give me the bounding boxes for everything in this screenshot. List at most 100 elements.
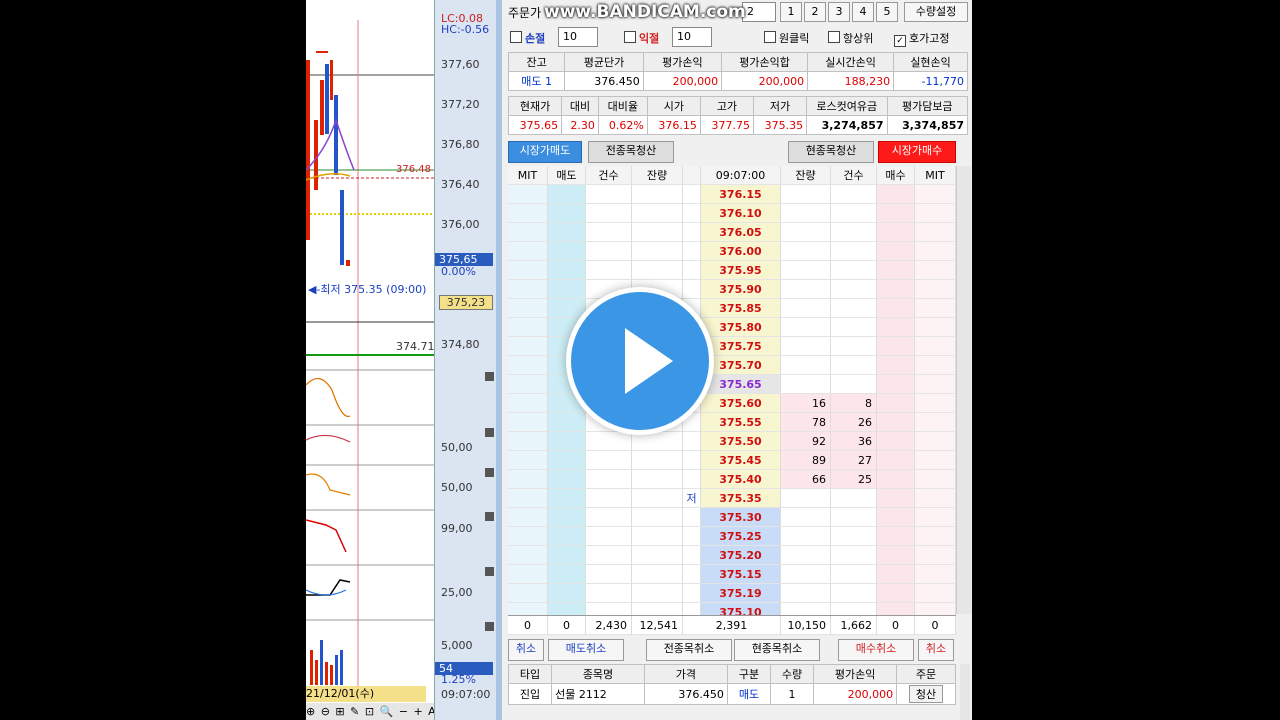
buy-cell[interactable] (877, 185, 915, 204)
buy-cell[interactable] (877, 337, 915, 356)
mit-buy-cell[interactable] (915, 565, 956, 584)
cancel-all-button[interactable]: 전종목취소 (646, 639, 732, 661)
mit-buy-cell[interactable] (915, 204, 956, 223)
buy-cell[interactable] (877, 356, 915, 375)
sell-cell[interactable] (548, 565, 586, 584)
book-row[interactable]: 375.90 (508, 280, 956, 299)
price-chart[interactable]: 376.48 ◀-최저 375.35 (09:00) 374.71 21/12/… (306, 0, 497, 720)
mit-buy-cell[interactable] (915, 527, 956, 546)
mit-buy-cell[interactable] (915, 432, 956, 451)
always-on-top-checkbox[interactable]: 항상위 (828, 30, 873, 46)
buy-cancel-button[interactable]: 매수취소 (838, 639, 914, 661)
buy-cell[interactable] (877, 280, 915, 299)
book-row[interactable]: 저 375.35 (508, 489, 956, 508)
mit-sell-cell[interactable] (508, 356, 548, 375)
mit-buy-cell[interactable] (915, 337, 956, 356)
stop-loss-input[interactable]: 10 (558, 27, 598, 47)
buy-cell[interactable] (877, 432, 915, 451)
cancel-current-button[interactable]: 현종목취소 (734, 639, 820, 661)
mit-buy-cell[interactable] (915, 356, 956, 375)
play-icon[interactable] (566, 287, 714, 435)
sell-cell[interactable] (548, 470, 586, 489)
buy-cell[interactable] (877, 299, 915, 318)
collapse-pane-icon[interactable] (485, 428, 494, 437)
buy-cell[interactable] (877, 204, 915, 223)
qty-button-3[interactable]: 3 (828, 2, 850, 22)
book-row[interactable]: 376.10 (508, 204, 956, 223)
one-click-checkbox[interactable]: 원클릭 (764, 30, 809, 46)
buy-cell[interactable] (877, 242, 915, 261)
mit-buy-cell[interactable] (915, 318, 956, 337)
sell-cell[interactable] (548, 204, 586, 223)
collapse-pane-icon[interactable] (485, 512, 494, 521)
mit-buy-cell[interactable] (915, 413, 956, 432)
book-row[interactable]: 375.55 78 26 (508, 413, 956, 432)
mit-buy-cell[interactable] (915, 470, 956, 489)
sell-cell[interactable] (548, 546, 586, 565)
mit-sell-cell[interactable] (508, 242, 548, 261)
sell-cell[interactable] (548, 584, 586, 603)
cancel-buy-side-button[interactable]: 취소 (918, 639, 954, 661)
mit-sell-cell[interactable] (508, 508, 548, 527)
book-row[interactable]: 375.19 (508, 584, 956, 603)
qty-button-2[interactable]: 2 (804, 2, 826, 22)
orders-scrollbar[interactable] (960, 664, 970, 720)
sell-cell[interactable] (548, 185, 586, 204)
collapse-pane-icon[interactable] (485, 468, 494, 477)
mit-sell-cell[interactable] (508, 223, 548, 242)
buy-cell[interactable] (877, 470, 915, 489)
sell-cell[interactable] (548, 223, 586, 242)
book-row[interactable]: 376.05 (508, 223, 956, 242)
mit-buy-cell[interactable] (915, 546, 956, 565)
mit-buy-cell[interactable] (915, 489, 956, 508)
qty-button-5[interactable]: 5 (876, 2, 898, 22)
buy-cell[interactable] (877, 394, 915, 413)
book-row[interactable]: 375.95 (508, 261, 956, 280)
book-row[interactable]: 375.40 66 25 (508, 470, 956, 489)
buy-cell[interactable] (877, 508, 915, 527)
cancel-sell-side-button[interactable]: 취소 (508, 639, 544, 661)
take-profit-checkbox[interactable]: 익절 (624, 30, 659, 46)
table-row[interactable]: 진입 선물 2112 376.450 매도 1 200,000 청산 (507, 683, 956, 705)
close-all-button[interactable]: 전종목청산 (588, 141, 674, 163)
book-row[interactable]: 376.00 (508, 242, 956, 261)
market-buy-button[interactable]: 시장가매수 (878, 141, 956, 163)
mit-buy-cell[interactable] (915, 299, 956, 318)
mit-sell-cell[interactable] (508, 394, 548, 413)
qty-button-4[interactable]: 4 (852, 2, 874, 22)
mit-buy-cell[interactable] (915, 261, 956, 280)
mit-buy-cell[interactable] (915, 223, 956, 242)
mit-sell-cell[interactable] (508, 375, 548, 394)
mit-buy-cell[interactable] (915, 508, 956, 527)
sell-cell[interactable] (548, 508, 586, 527)
stop-loss-checkbox[interactable]: 손절 (510, 30, 545, 46)
mit-sell-cell[interactable] (508, 565, 548, 584)
collapse-pane-icon[interactable] (485, 567, 494, 576)
book-row[interactable]: 375.25 (508, 527, 956, 546)
mit-sell-cell[interactable] (508, 432, 548, 451)
mit-sell-cell[interactable] (508, 527, 548, 546)
buy-cell[interactable] (877, 261, 915, 280)
mit-buy-cell[interactable] (915, 185, 956, 204)
qty-button-1[interactable]: 1 (780, 2, 802, 22)
book-scrollbar[interactable] (956, 166, 971, 614)
sell-cell[interactable] (548, 451, 586, 470)
buy-cell[interactable] (877, 451, 915, 470)
book-row[interactable]: 375.85 (508, 299, 956, 318)
sell-cell[interactable] (548, 280, 586, 299)
mit-sell-cell[interactable] (508, 337, 548, 356)
mit-sell-cell[interactable] (508, 413, 548, 432)
sell-cancel-button[interactable]: 매도취소 (548, 639, 624, 661)
buy-cell[interactable] (877, 489, 915, 508)
book-row[interactable]: 375.50 92 36 (508, 432, 956, 451)
buy-cell[interactable] (877, 546, 915, 565)
collapse-pane-icon[interactable] (485, 372, 494, 381)
buy-cell[interactable] (877, 223, 915, 242)
mit-sell-cell[interactable] (508, 280, 548, 299)
book-row[interactable]: 375.15 (508, 565, 956, 584)
mit-sell-cell[interactable] (508, 489, 548, 508)
buy-cell[interactable] (877, 318, 915, 337)
close-current-button[interactable]: 현종목청산 (788, 141, 874, 163)
mit-buy-cell[interactable] (915, 451, 956, 470)
close-position-button[interactable]: 청산 (908, 685, 944, 703)
